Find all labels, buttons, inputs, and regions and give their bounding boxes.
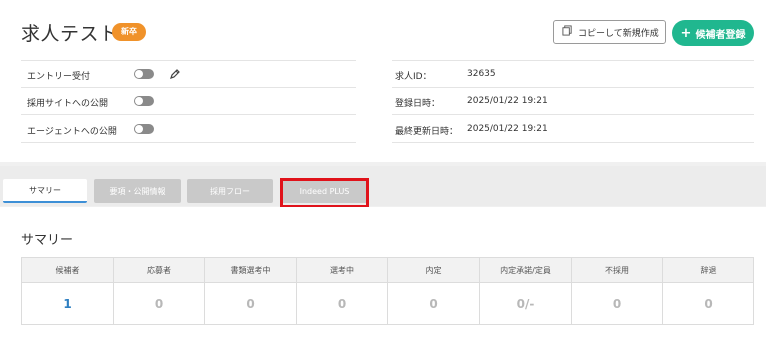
summary-col-value: 0/-: [516, 297, 535, 311]
tab-highlight-box: [280, 178, 369, 208]
summary-col: 応募者 0: [114, 258, 205, 324]
summary-col-value: 0: [154, 297, 164, 311]
plus-icon: +: [680, 25, 692, 41]
summary-col: 不採用 0: [572, 258, 663, 324]
updated-at-value: 2025/01/22 19:21: [467, 124, 548, 134]
summary-col-header: 内定承諾/定員: [500, 266, 551, 275]
tab-summary[interactable]: サマリー: [3, 179, 87, 203]
job-id-value: 32635: [467, 69, 496, 79]
summary-col: 書類選考中 0: [205, 258, 297, 324]
summary-col-header: 応募者: [147, 266, 171, 275]
summary-col-header: 選考中: [330, 266, 354, 275]
summary-col-header: 不採用: [605, 266, 629, 275]
summary-col-header: 候補者: [55, 266, 80, 275]
summary-col: 内定 0: [388, 258, 480, 324]
summary-title: サマリー: [21, 233, 74, 248]
register-button-label: 候補者登録: [695, 29, 746, 41]
page-title: 求人テスト: [21, 23, 119, 45]
summary-col-value: 0: [612, 297, 622, 311]
summary-col-header: 書類選考中: [230, 266, 271, 275]
recruit-site-toggle[interactable]: [134, 96, 154, 106]
copy-icon: [562, 25, 573, 39]
summary-col: 選考中 0: [297, 258, 388, 324]
created-at-value: 2025/01/22 19:21: [467, 96, 548, 106]
entry-reception-toggle[interactable]: [134, 69, 154, 79]
summary-col-header: 内定: [425, 266, 442, 275]
recruit-site-label: 採用サイトへの公開: [27, 99, 109, 109]
tab-requirements[interactable]: 要項・公開情報: [94, 179, 181, 203]
tab-recruit-flow[interactable]: 採用フロー: [187, 179, 273, 203]
summary-col-header: 辞退: [700, 266, 717, 275]
agent-publish-toggle[interactable]: [134, 124, 154, 134]
created-at-label: 登録日時：: [395, 99, 441, 109]
entry-reception-label: エントリー受付: [27, 72, 91, 82]
summary-col: 内定承諾/定員 0/-: [480, 258, 572, 324]
summary-col-value: 0: [429, 297, 438, 311]
copy-button-label: コピーして新規作成: [578, 28, 659, 39]
summary-col-value: 0: [246, 297, 255, 311]
register-candidate-button[interactable]: + 候補者登録: [672, 20, 754, 46]
updated-at-label: 最終更新日時：: [395, 127, 459, 137]
new-grad-badge: 新卒: [112, 23, 146, 41]
agent-publish-label: エージェントへの公開: [27, 127, 117, 137]
summary-col-value: 0: [704, 297, 713, 311]
candidate-count-link[interactable]: 1: [22, 283, 113, 325]
summary-col-value: 0: [337, 297, 347, 311]
job-header-card: 求人テスト 新卒 コピーして新規作成 + 候補者登録 エントリー受付 採用サイト…: [0, 0, 766, 162]
job-id-label: 求人ID：: [395, 72, 432, 82]
summary-table: 候補者 1 応募者 0 書類選考中 0 選考中 0 内定 0 内定承諾/定員 0…: [21, 257, 754, 325]
summary-col: 辞退 0: [663, 258, 754, 324]
pencil-icon[interactable]: [169, 68, 181, 80]
summary-col: 候補者 1: [22, 258, 114, 324]
copy-and-create-button[interactable]: コピーして新規作成: [553, 20, 666, 44]
